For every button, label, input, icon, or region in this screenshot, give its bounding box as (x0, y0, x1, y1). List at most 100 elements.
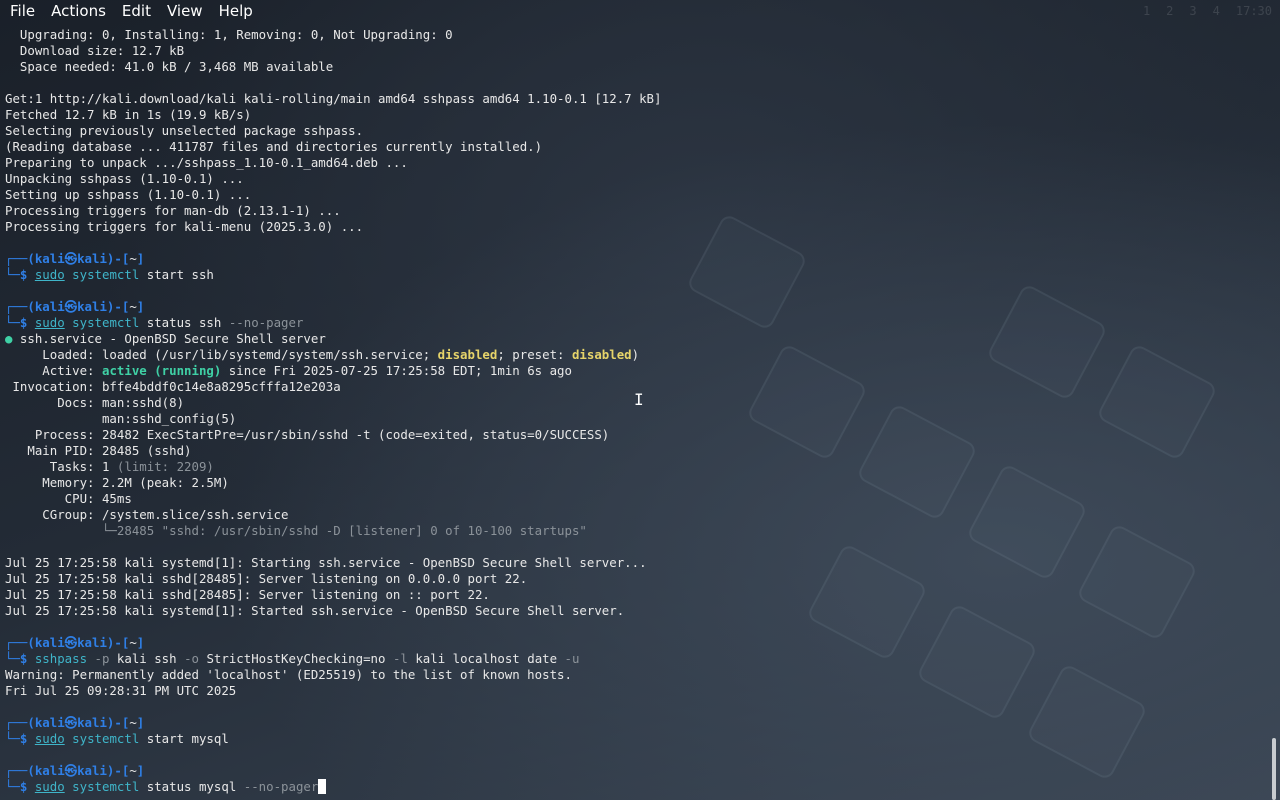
terminal-text: Space needed: 41.0 kB / 3,468 MB availab… (5, 59, 334, 74)
terminal-line: Memory: 2.2M (peak: 2.5M) (5, 475, 1266, 491)
menu-actions[interactable]: Actions (43, 0, 114, 22)
terminal-line: Processing triggers for man-db (2.13.1-1… (5, 203, 1266, 219)
terminal-text: kali㉿kali (34, 715, 107, 730)
terminal-text: man:sshd_config(5) (5, 411, 237, 426)
terminal-line: Tasks: 1 (limit: 2209) (5, 459, 1266, 475)
terminal-text: $ (19, 731, 35, 746)
terminal-text: sudo (34, 731, 65, 746)
terminal-text: -p (87, 651, 110, 666)
terminal-text: └─28485 "sshd: /usr/sbin/sshd -D [listen… (5, 523, 587, 538)
menu-view[interactable]: View (159, 0, 211, 22)
terminal-text: -u (564, 651, 580, 666)
terminal-text: $ (19, 267, 35, 282)
terminal-line: CPU: 45ms (5, 491, 1266, 507)
terminal-line: Process: 28482 ExecStartPre=/usr/sbin/ss… (5, 427, 1266, 443)
terminal-text: Tasks: 1 (5, 459, 117, 474)
terminal-text: sudo (34, 267, 65, 282)
terminal-text: Docs: man:sshd(8) (5, 395, 185, 410)
terminal-text: Fri Jul 25 09:28:31 PM UTC 2025 (5, 683, 237, 698)
terminal-text: disabled (571, 347, 632, 362)
terminal-text: ] (136, 299, 145, 314)
terminal-line: man:sshd_config(5) (5, 411, 1266, 427)
terminal-text: kali㉿kali (34, 635, 107, 650)
terminal-text: └─ (5, 731, 20, 746)
terminal-text: ssh.service - OpenBSD Secure Shell serve… (19, 331, 326, 346)
terminal-text: Download size: 12.7 kB (5, 43, 185, 58)
terminal-line: Fri Jul 25 09:28:31 PM UTC 2025 (5, 683, 1266, 699)
terminal-text: Active: (5, 363, 102, 378)
terminal-line: └─$ sshpass -p kali ssh -o StrictHostKey… (5, 651, 1266, 667)
terminal-text: kali localhost date (407, 651, 565, 666)
text-cursor-icon: I (634, 390, 644, 409)
menu-edit[interactable]: Edit (114, 0, 159, 22)
terminal-text: systemctl (64, 779, 140, 794)
terminal-text: systemctl (64, 731, 140, 746)
terminal-text: )-[ (106, 251, 130, 266)
terminal-text: (limit: 2209) (116, 459, 214, 474)
terminal-line: Unpacking sshpass (1.10-0.1) ... (5, 171, 1266, 187)
menu-file[interactable]: File (0, 0, 43, 22)
terminal-line: ┌──(kali㉿kali)-[~] (5, 763, 1266, 779)
menu-help[interactable]: Help (211, 0, 261, 22)
terminal-line: Jul 25 17:25:58 kali sshd[28485]: Server… (5, 571, 1266, 587)
scrollbar[interactable] (1272, 738, 1276, 800)
terminal-line: Jul 25 17:25:58 kali systemd[1]: Started… (5, 603, 1266, 619)
background-tray: 1 2 3 4 17:30 (1143, 4, 1272, 18)
terminal-text: kali ssh (109, 651, 185, 666)
terminal-text: $ (19, 651, 35, 666)
terminal-text: Jul 25 17:25:58 kali systemd[1]: Started… (5, 603, 625, 618)
terminal-text: ~ (129, 635, 137, 650)
terminal-text: (Reading database ... 411787 files and d… (5, 139, 543, 154)
terminal-line: Setting up sshpass (1.10-0.1) ... (5, 187, 1266, 203)
terminal-text: --no-pager (243, 779, 319, 794)
terminal-text: └─ (5, 779, 20, 794)
terminal-text: Loaded: loaded (/usr/lib/systemd/system/… (5, 347, 438, 362)
terminal-text: Setting up sshpass (1.10-0.1) ... (5, 187, 252, 202)
terminal-line: (Reading database ... 411787 files and d… (5, 139, 1266, 155)
terminal-line: Preparing to unpack .../sshpass_1.10-0.1… (5, 155, 1266, 171)
terminal-line: ┌──(kali㉿kali)-[~] (5, 299, 1266, 315)
terminal-line: Jul 25 17:25:58 kali sshd[28485]: Server… (5, 587, 1266, 603)
workspace-3: 3 (1189, 4, 1197, 18)
terminal-text: )-[ (106, 299, 130, 314)
workspace-2: 2 (1166, 4, 1174, 18)
terminal-text: kali㉿kali (34, 251, 107, 266)
terminal-text: Process: 28482 ExecStartPre=/usr/sbin/ss… (5, 427, 610, 442)
terminal-text: Memory: 2.2M (peak: 2.5M) (5, 475, 229, 490)
terminal-text: Processing triggers for kali-menu (2025.… (5, 219, 364, 234)
terminal-text: systemctl (64, 315, 140, 330)
terminal-text: ] (136, 763, 145, 778)
terminal-text: Jul 25 17:25:58 kali systemd[1]: Startin… (5, 555, 647, 570)
terminal-line: ┌──(kali㉿kali)-[~] (5, 635, 1266, 651)
terminal-text: ┌──( (5, 299, 35, 314)
terminal-text: ┌──( (5, 251, 35, 266)
terminal-line: Main PID: 28485 (sshd) (5, 443, 1266, 459)
terminal-text: Jul 25 17:25:58 kali sshd[28485]: Server… (5, 571, 528, 586)
terminal-text: disabled (437, 347, 498, 362)
terminal-text: CPU: 45ms (5, 491, 132, 506)
terminal-text: -l (392, 651, 408, 666)
terminal-text: )-[ (106, 715, 130, 730)
terminal-line: Get:1 http://kali.download/kali kali-rol… (5, 91, 1266, 107)
terminal-text: ┌──( (5, 763, 35, 778)
terminal-text: Jul 25 17:25:58 kali sshd[28485]: Server… (5, 587, 490, 602)
terminal-text: ] (136, 251, 145, 266)
terminal-text: status mysql (139, 779, 244, 794)
terminal-output[interactable]: Upgrading: 0, Installing: 1, Removing: 0… (5, 27, 1266, 800)
terminal-text: Unpacking sshpass (1.10-0.1) ... (5, 171, 244, 186)
terminal-text: Processing triggers for man-db (2.13.1-1… (5, 203, 341, 218)
terminal-line: └─$ sudo systemctl status ssh --no-pager (5, 315, 1266, 331)
terminal-line: Upgrading: 0, Installing: 1, Removing: 0… (5, 27, 1266, 43)
terminal-text: ~ (129, 251, 137, 266)
clock: 17:30 (1235, 4, 1272, 18)
terminal-line: Selecting previously unselected package … (5, 123, 1266, 139)
terminal-cursor (318, 779, 327, 794)
terminal-text: $ (19, 315, 35, 330)
terminal-line: Processing triggers for kali-menu (2025.… (5, 219, 1266, 235)
terminal-text: Get:1 http://kali.download/kali kali-rol… (5, 91, 662, 106)
